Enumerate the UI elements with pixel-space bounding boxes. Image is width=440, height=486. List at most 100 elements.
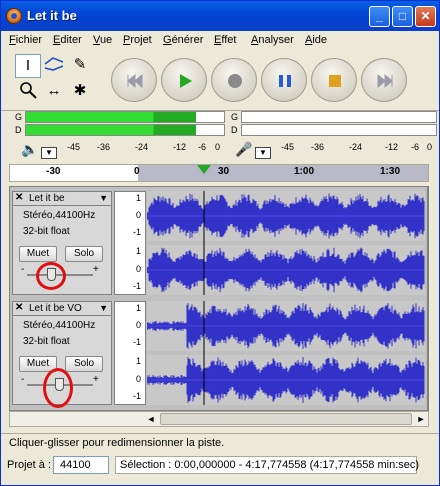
selection-text: Sélection : 0:00,000000 - 4:17,774558 (4… (120, 459, 420, 471)
track-menu-icon[interactable]: ▼ (99, 303, 108, 313)
amplitude-label: 0 (135, 320, 141, 330)
track-name: Let it be (29, 193, 65, 204)
waveform-track-2[interactable] (147, 301, 425, 405)
track-name-bar[interactable]: ✕ Let it be ▼ (13, 192, 111, 206)
amplitude-label: 0 (135, 264, 141, 274)
amplitude-label: 0 (135, 374, 141, 384)
maximize-button[interactable]: □ (392, 6, 413, 27)
project-rate-label: Projet à : (7, 459, 52, 471)
scroll-left-arrow[interactable]: ◄ (144, 412, 158, 426)
track-divider (427, 187, 428, 410)
menu-vue[interactable]: Vue (93, 34, 112, 46)
record-scale-label: 0 (427, 142, 433, 152)
ruler-tick-label: 30 (218, 166, 230, 177)
gain-max-label: + (93, 264, 99, 275)
ruler-tick-label: -30 (46, 166, 61, 177)
track-bit-depth: 32-bit float (23, 336, 70, 347)
envelope-tool-icon[interactable] (41, 54, 67, 78)
tracks-area: ✕ Let it be ▼ Stéréo,44100Hz 32-bit floa… (9, 186, 429, 411)
menu-aide[interactable]: Aide (305, 34, 327, 46)
playback-scale-label: -12 (173, 142, 187, 152)
stop-button[interactable] (311, 58, 357, 102)
menu-generer[interactable]: Générer (163, 34, 203, 46)
amplitude-label: 1 (135, 303, 141, 313)
record-meter-right (241, 124, 437, 136)
close-track-icon[interactable]: ✕ (15, 192, 23, 203)
minimize-button[interactable]: _ (369, 6, 390, 27)
annotation-circle (43, 368, 73, 408)
track-name: Let it be VO (29, 303, 82, 314)
ruler-tick-label: 1:30 (380, 166, 401, 177)
amplitude-label: -1 (132, 281, 141, 291)
pause-button[interactable] (261, 58, 307, 102)
track-name-bar[interactable]: ✕ Let it be VO ▼ (13, 302, 111, 316)
menu-editer[interactable]: Editer (53, 34, 82, 46)
status-bar: Cliquer-glisser pour redimensionner la p… (1, 433, 439, 453)
mute-button[interactable]: Muet (19, 246, 57, 262)
ruler-tick-label: 1:00 (294, 166, 315, 177)
record-meter-left (241, 111, 437, 123)
skip-end-button[interactable] (361, 58, 407, 102)
meter-toolbar: G D G D 🔈 ▼ -45 -36 -24 -12 -6 0 🎤 ▼ -45… (1, 110, 439, 162)
selection-field: Sélection : 0:00,000000 - 4:17,774558 (4… (115, 456, 420, 474)
track-menu-icon[interactable]: ▼ (99, 193, 108, 203)
close-track-icon[interactable]: ✕ (15, 302, 23, 313)
skip-start-button[interactable] (111, 58, 157, 102)
playback-scale-label: -45 (67, 142, 81, 152)
microphone-icon: 🎤 (235, 141, 253, 157)
track-bit-depth: 32-bit float (23, 226, 70, 237)
selection-bar: Projet à : 44100 Sélection : 0:00,000000… (1, 455, 439, 477)
playback-meter-left (25, 111, 225, 123)
play-button[interactable] (161, 58, 207, 102)
zoom-tool-icon[interactable] (15, 80, 41, 104)
gain-max-label: + (93, 374, 99, 385)
time-shift-tool-icon[interactable]: ↔ (41, 80, 67, 104)
solo-button[interactable]: Solo (65, 356, 103, 372)
window-title: Let it be (27, 8, 77, 23)
timeline-ruler[interactable]: -30 0 30 1:00 1:30 (9, 164, 429, 182)
amplitude-label: 1 (135, 193, 141, 203)
project-rate-value: 44100 (60, 459, 91, 471)
playback-left-label: G (15, 112, 23, 122)
playback-scale-label: -24 (135, 142, 149, 152)
menu-fichier[interactable]: Fichier (9, 34, 42, 46)
amplitude-label: 1 (135, 246, 141, 256)
track-control-panel: ✕ Let it be VO ▼ Stéréo,44100Hz 32-bit f… (12, 301, 112, 408)
ruler-tick-label: 0 (134, 166, 140, 177)
amplitude-label: -1 (132, 391, 141, 401)
menu-effet[interactable]: Effet (214, 34, 236, 46)
waveform-track-1[interactable] (147, 191, 425, 295)
scrollbar-thumb[interactable] (160, 413, 412, 425)
project-rate-field[interactable]: 44100 (53, 456, 109, 474)
playback-right-label: D (15, 125, 22, 135)
multi-tool-icon[interactable]: ✱ (67, 80, 93, 104)
playback-scale-label: 0 (215, 142, 221, 152)
record-button[interactable] (211, 58, 257, 102)
close-button[interactable]: ✕ (415, 6, 436, 27)
horizontal-scrollbar[interactable]: ◄ ► (9, 411, 429, 427)
selection-tool-icon[interactable]: I (15, 54, 41, 78)
track-control-panel: ✕ Let it be ▼ Stéréo,44100Hz 32-bit floa… (12, 191, 112, 295)
menu-projet[interactable]: Projet (123, 34, 152, 46)
track-format: Stéréo,44100Hz (23, 320, 96, 331)
amplitude-label: 1 (135, 356, 141, 366)
playback-scale-label: -36 (97, 142, 111, 152)
scroll-right-arrow[interactable]: ► (414, 412, 428, 426)
playback-menu-dropdown[interactable]: ▼ (41, 147, 57, 159)
playback-meter-left-fill (26, 112, 197, 122)
title-bar: Let it be _ □ ✕ (1, 1, 439, 31)
amplitude-ruler: 1 0 -1 1 0 -1 (114, 301, 146, 405)
gain-min-label: - (21, 264, 25, 275)
menu-analyser[interactable]: Analyser (251, 34, 294, 46)
control-toolbar: I ✎ ↔ ✱ (1, 50, 439, 110)
track-format: Stéréo,44100Hz (23, 210, 96, 221)
record-menu-dropdown[interactable]: ▼ (255, 147, 271, 159)
draw-tool-icon[interactable]: ✎ (67, 54, 93, 78)
audacity-window: Let it be _ □ ✕ Fichier Editer Vue Proje… (0, 0, 440, 486)
menu-bar: Fichier Editer Vue Projet Générer Effet … (1, 31, 439, 50)
playback-meter-right (25, 124, 225, 136)
amplitude-label: -1 (132, 337, 141, 347)
record-scale-label: -36 (311, 142, 325, 152)
annotation-circle (36, 262, 66, 290)
solo-button[interactable]: Solo (65, 246, 103, 262)
